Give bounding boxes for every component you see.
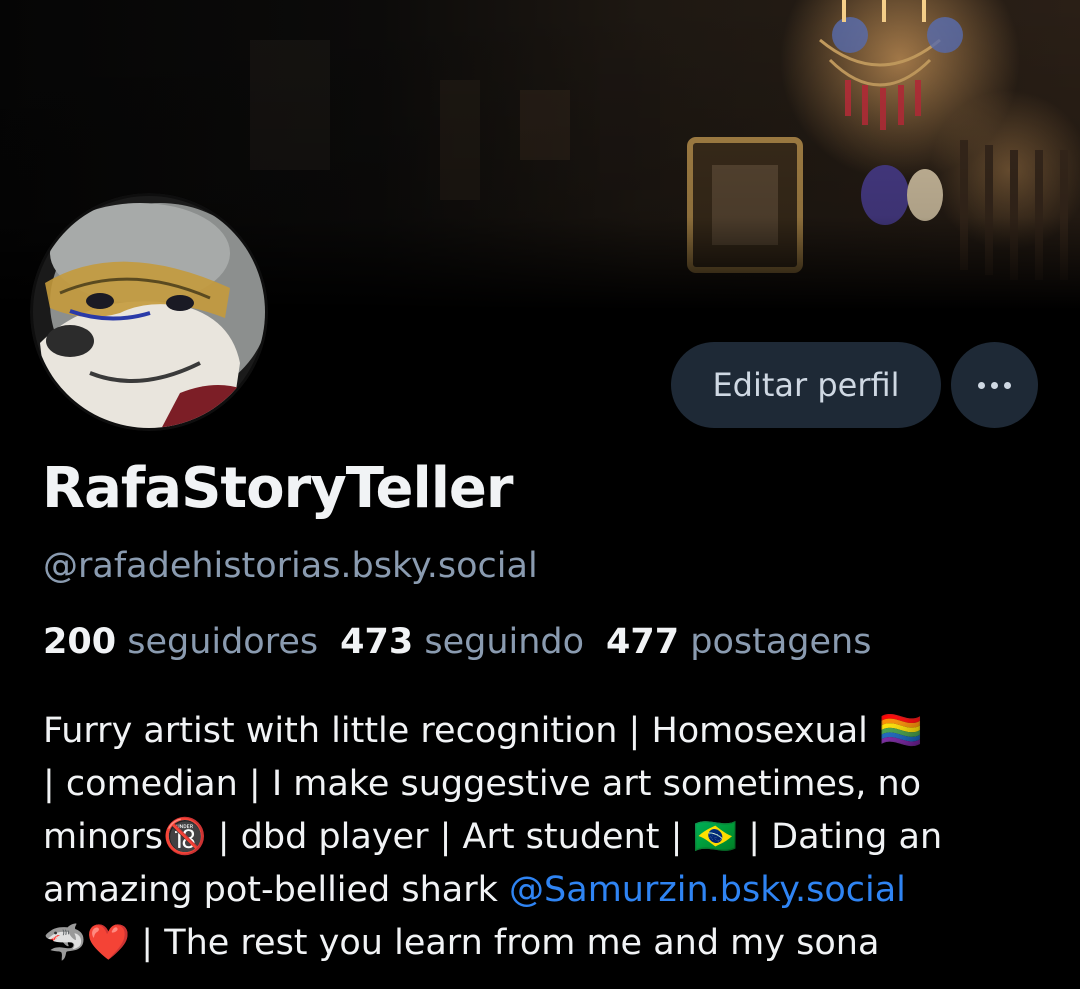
- more-options-button[interactable]: [951, 342, 1038, 428]
- profile-handle: @rafadehistorias.bsky.social: [43, 546, 538, 586]
- posts-count: 477: [606, 622, 680, 662]
- followers-count: 200: [43, 622, 117, 662]
- avatar-image: [30, 193, 268, 431]
- posts-label: postagens: [690, 622, 872, 662]
- avatar[interactable]: [30, 193, 268, 431]
- edit-profile-button[interactable]: Editar perfil: [671, 342, 941, 428]
- bio-text: amazing pot-bellied shark: [43, 870, 510, 910]
- bio-line: amazing pot-bellied shark @Samurzin.bsky…: [43, 864, 1053, 917]
- bio-line: | comedian | I make suggestive art somet…: [43, 764, 922, 804]
- profile-stats: 200 seguidores 473 seguindo 477 postagen…: [43, 622, 871, 662]
- mention-link[interactable]: @Samurzin.bsky.social: [509, 870, 906, 910]
- bio-line: 🦈❤️ | The rest you learn from me and my …: [43, 923, 880, 963]
- followers-label: seguidores: [127, 622, 319, 662]
- following-stat[interactable]: 473 seguindo: [340, 622, 584, 662]
- following-label: seguindo: [424, 622, 585, 662]
- posts-stat: 477 postagens: [606, 622, 871, 662]
- more-options-icon: [1004, 381, 1011, 389]
- display-name: RafaStoryTeller: [42, 456, 513, 521]
- bio-line: Furry artist with little recognition | H…: [43, 711, 923, 751]
- more-options-icon: [978, 381, 985, 389]
- bio-line: minors🔞 | dbd player | Art student | 🇧🇷 …: [43, 817, 943, 857]
- profile-bio: Furry artist with little recognition | H…: [43, 705, 1053, 970]
- more-options-icon: [991, 381, 998, 389]
- followers-stat[interactable]: 200 seguidores: [43, 622, 318, 662]
- following-count: 473: [340, 622, 414, 662]
